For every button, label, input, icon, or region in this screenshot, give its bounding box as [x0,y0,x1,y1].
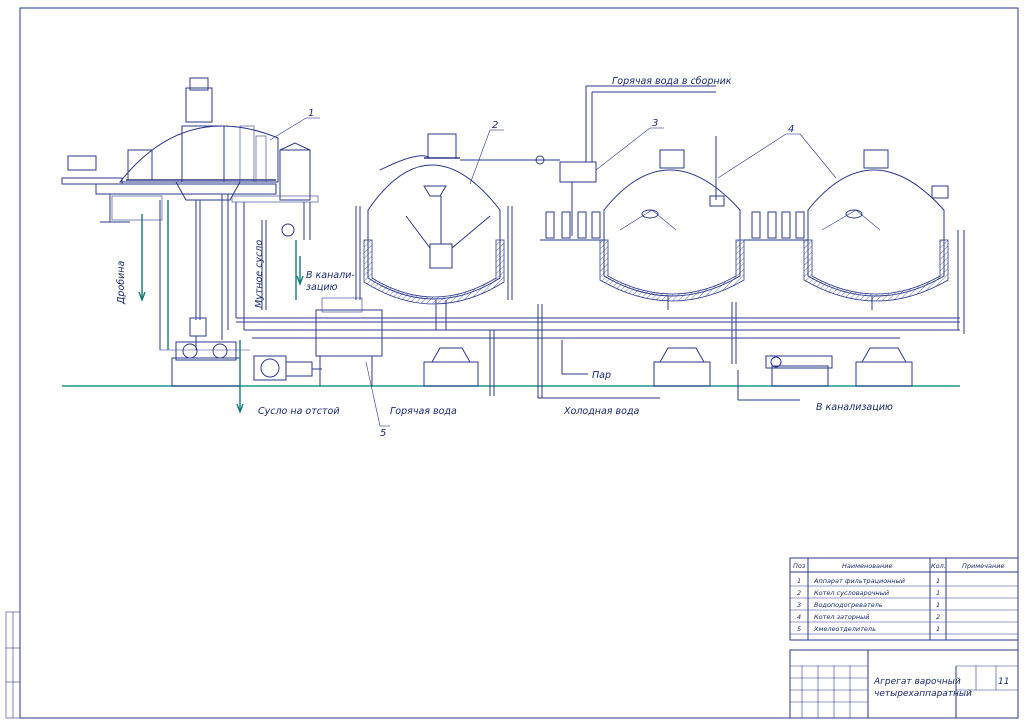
drawing-frame [19,7,1019,719]
mash-kettle-2-pump [855,347,913,387]
label-to-sewer-1b: зацию [306,282,338,293]
label-cold-water: Холодная вода [563,406,640,417]
svg-text:2: 2 [936,613,940,621]
svg-text:Водоподогреватель: Водоподогреватель [814,601,883,609]
mash-kettle-1-pump [653,347,711,387]
wort-kettle [355,133,513,330]
svg-text:5: 5 [797,625,801,633]
spec-header-note: Примечание [962,562,1004,570]
svg-text:4: 4 [788,124,794,135]
spec-row: 2 Котел сусловарочный 1 [797,589,940,597]
callout-3: 3 [595,118,664,171]
mash-pump-centre [765,355,833,387]
mash-kettle-1 [599,136,745,310]
water-heater [460,85,716,236]
spec-header-qty: Кол. [931,562,946,570]
wort-kettle-pump [423,347,479,387]
svg-text:Аппарат фильтрационный: Аппарат фильтрационный [813,577,905,585]
label-to-sewer-2: В канализацию [816,402,893,413]
spec-row: 3 Водоподогреватель 1 [797,601,940,609]
mash-kettle-2 [803,149,949,310]
label-cloudy-wort: Мутное сусло [254,240,265,308]
svg-text:5: 5 [380,428,386,439]
callout-1: 1 [269,108,320,141]
spec-header-name: Наименование [842,562,893,570]
title-block: Агрегат варочный четырехаппаратный 11 [789,649,1019,719]
label-steam: Пар [592,370,611,381]
label-wort-settle: Сусло на отстой [258,406,340,417]
svg-text:1: 1 [936,625,940,633]
callout-4: 4 [717,124,837,179]
svg-text:1: 1 [936,589,940,597]
specification-table: Поз Наименование Кол. Примечание 1 Аппар… [789,557,1019,641]
svg-text:1: 1 [797,577,801,585]
spec-row: 1 Аппарат фильтрационный 1 [797,577,940,585]
label-hot-water: Горячая вода [390,406,457,417]
label-spent-grain: Дробина [116,260,127,305]
svg-text:Хмелеотделитель: Хмелеотделитель [813,625,876,633]
spec-row: 5 Хмелеотделитель 1 [797,625,940,633]
drawing-title-line2: четырехаппаратный [874,689,972,699]
label-to-sewer-1: В канали- [306,270,355,281]
lauter-tun [61,77,319,350]
hop-separator [315,297,383,386]
lauter-drive [160,341,250,387]
process-flow-diagram: Горячая вода в сборник В канали- зацию М… [5,7,1019,719]
hop-separator-pump [253,355,322,381]
svg-text:4: 4 [797,613,801,621]
svg-text:1: 1 [936,577,940,585]
svg-text:Котел сусловарочный: Котел сусловарочный [814,589,889,597]
svg-text:2: 2 [492,120,498,131]
svg-text:3: 3 [797,601,801,609]
drawing-title-line1: Агрегат варочный [873,677,961,687]
svg-text:3: 3 [652,118,658,129]
callout-5: 5 [365,361,390,439]
sheet-number: 11 [998,677,1009,687]
callout-2: 2 [469,120,504,185]
svg-text:1: 1 [308,108,314,119]
svg-text:1: 1 [936,601,940,609]
svg-text:Котел заторный: Котел заторный [814,613,870,621]
spec-header-pos: Поз [793,562,806,570]
spec-row: 4 Котел заторный 2 [797,613,940,621]
svg-text:2: 2 [797,589,801,597]
valve-manifold-2 [744,211,808,241]
label-hot-water-collector: Горячая вода в сборник [612,76,732,87]
